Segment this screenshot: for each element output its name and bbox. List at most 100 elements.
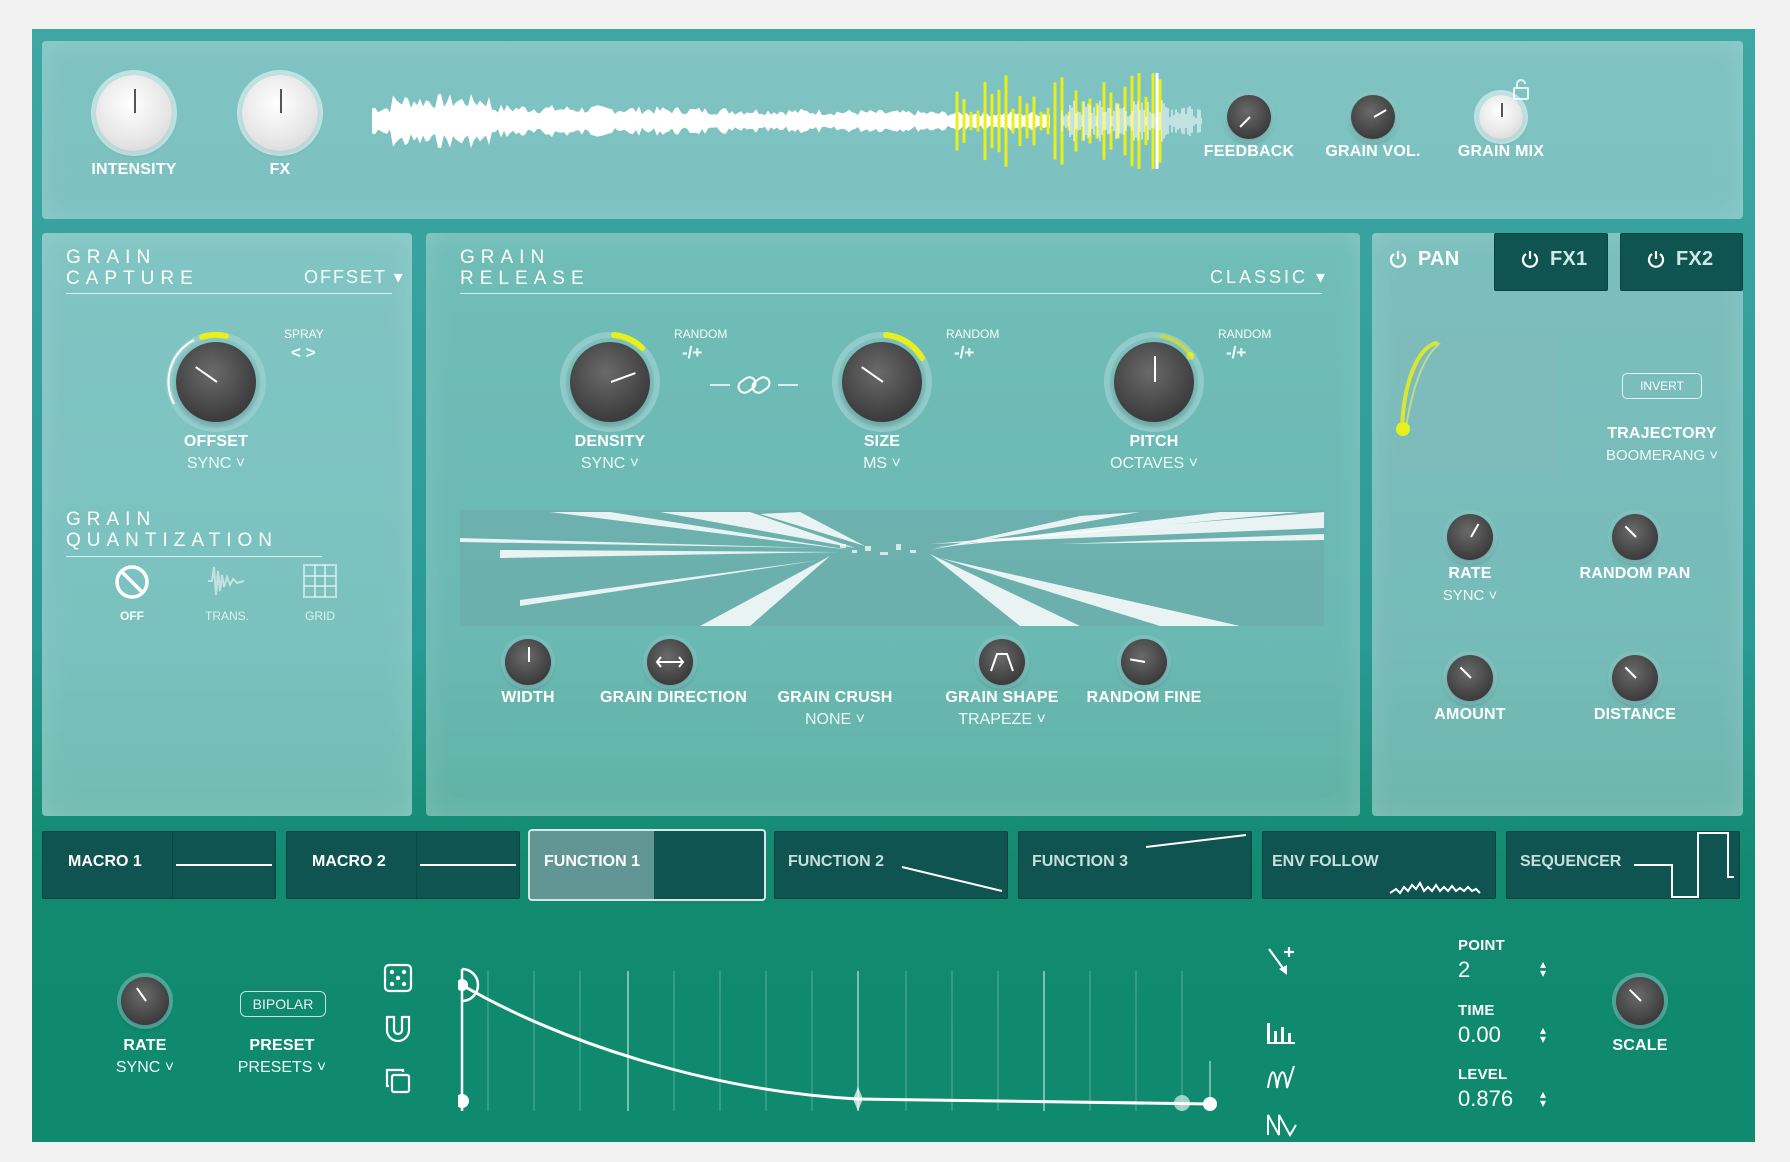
tab-macro-2[interactable]: MACRO 2 — [286, 831, 520, 899]
tab-function-1[interactable]: FUNCTION 1 — [530, 831, 764, 899]
macro-1-preview — [172, 831, 272, 899]
grain-shape-knob[interactable] — [979, 639, 1025, 685]
off-icon[interactable] — [113, 563, 151, 601]
add-point-icon[interactable] — [1265, 945, 1297, 977]
magnet-icon[interactable] — [383, 1014, 413, 1046]
curve-m-icon[interactable] — [1265, 1062, 1297, 1090]
tab-macro-1-label: MACRO 1 — [68, 853, 142, 870]
bipolar-button[interactable]: BIPOLAR — [240, 991, 326, 1017]
power-icon — [1521, 251, 1539, 268]
function-rate-sync-dropdown[interactable]: SYNC ˅ — [95, 1059, 195, 1077]
capture-mode-dropdown[interactable]: OFFSET ▾ — [304, 267, 405, 288]
pitch-unit-dropdown[interactable]: OCTAVES ˅ — [1094, 455, 1214, 473]
tab-function-1-label: FUNCTION 1 — [544, 853, 640, 870]
tab-fx2[interactable]: FX2 — [1620, 233, 1743, 291]
pitch-random-label: RANDOM — [1218, 327, 1272, 341]
quant-trans-label: TRANS. — [204, 609, 249, 623]
copy-icon[interactable] — [384, 1067, 412, 1095]
function-curve-editor[interactable] — [458, 941, 1228, 1113]
waveform-display[interactable] — [372, 71, 1202, 171]
grain-mix-label: GRAIN MIX — [1457, 143, 1545, 160]
sawtooth-icon[interactable] — [1265, 1111, 1299, 1137]
grain-release-title: GRAIN RELEASE — [460, 247, 590, 289]
random-pan-knob[interactable] — [1612, 514, 1658, 560]
pitch-random-value[interactable]: -/+ — [1226, 343, 1246, 363]
intensity-knob[interactable] — [96, 75, 172, 151]
quant-grid-label: GRID — [305, 609, 335, 623]
grain-mix-knob[interactable] — [1479, 95, 1523, 139]
offset-sync-dropdown[interactable]: SYNC ˅ — [166, 455, 266, 473]
function-2-preview — [901, 866, 1003, 892]
pitch-knob[interactable] — [1114, 342, 1194, 422]
level-value[interactable]: 0.876 — [1458, 1086, 1513, 1112]
tab-fx1[interactable]: FX1 — [1494, 233, 1608, 291]
distance-knob[interactable] — [1612, 655, 1658, 701]
presets-dropdown[interactable]: PRESETS ˅ — [227, 1059, 337, 1077]
grain-direction-label: GRAIN DIRECTION — [600, 689, 747, 706]
tab-pan[interactable]: PAN — [1372, 233, 1492, 291]
fx-knob[interactable] — [242, 75, 318, 151]
trapeze-icon — [990, 653, 1014, 672]
feedback-knob[interactable] — [1227, 95, 1271, 139]
amount-label: AMOUNT — [1434, 706, 1506, 723]
density-sync-dropdown[interactable]: SYNC ˅ — [560, 455, 660, 473]
grid-icon[interactable] — [302, 563, 338, 599]
transient-icon[interactable] — [206, 563, 246, 599]
amount-knob[interactable] — [1447, 655, 1493, 701]
grain-shape-dropdown[interactable]: TRAPEZE ˅ — [952, 711, 1052, 729]
tab-macro-1[interactable]: MACRO 1 — [42, 831, 276, 899]
trajectory-display[interactable] — [1394, 335, 1556, 475]
level-stepper[interactable]: ▴ ▾ — [1540, 1088, 1546, 1109]
feedback-label: FEEDBACK — [1203, 143, 1295, 160]
grain-capture-title: GRAIN CAPTURE — [66, 247, 199, 289]
link-icon[interactable] — [708, 370, 800, 400]
width-label: WIDTH — [501, 689, 555, 706]
function-rate-knob[interactable] — [121, 977, 169, 1025]
point-stepper[interactable]: ▴ ▾ — [1540, 958, 1546, 979]
power-icon — [1389, 251, 1407, 268]
trajectory-dropdown[interactable]: BOOMERANG ˅ — [1592, 447, 1732, 464]
tab-function-3[interactable]: FUNCTION 3 — [1018, 831, 1252, 899]
spray-arrows-icon[interactable]: < > — [291, 343, 316, 363]
tab-env-follow[interactable]: ENV FOLLOW — [1262, 831, 1496, 899]
width-knob[interactable] — [505, 639, 551, 685]
grain-shape-label: GRAIN SHAPE — [945, 689, 1059, 706]
tab-function-2[interactable]: FUNCTION 2 — [774, 831, 1008, 899]
distance-label: DISTANCE — [1593, 706, 1677, 723]
point-value[interactable]: 2 — [1458, 957, 1470, 983]
time-stepper[interactable]: ▴ ▾ — [1540, 1024, 1546, 1045]
size-random-value[interactable]: -/+ — [954, 343, 974, 363]
pan-rate-sync-dropdown[interactable]: SYNC ˅ — [1420, 587, 1520, 604]
release-mode-dropdown[interactable]: CLASSIC ▾ — [1210, 267, 1328, 288]
size-random-label: RANDOM — [946, 327, 1000, 341]
scale-knob[interactable] — [1616, 977, 1664, 1025]
tab-fx2-label: FX2 — [1676, 248, 1714, 270]
grain-crush-label: GRAIN CRUSH — [777, 689, 893, 706]
bars-icon[interactable] — [1265, 1019, 1297, 1045]
tab-macro-2-label: MACRO 2 — [312, 853, 386, 870]
function-3-preview — [1145, 834, 1247, 848]
random-fine-knob[interactable] — [1121, 639, 1167, 685]
tab-sequencer[interactable]: SEQUENCER — [1506, 831, 1740, 899]
grain-direction-knob[interactable] — [647, 639, 693, 685]
function-rate-label: RATE — [123, 1037, 167, 1054]
power-icon — [1647, 251, 1665, 268]
dice-icon[interactable] — [383, 963, 413, 993]
lock-icon[interactable] — [1512, 79, 1530, 101]
tab-pan-label: PAN — [1418, 248, 1460, 270]
grain-vol-label: GRAIN VOL. — [1325, 143, 1421, 160]
density-random-value[interactable]: -/+ — [682, 343, 702, 363]
size-unit-dropdown[interactable]: MS ˅ — [832, 455, 932, 473]
offset-knob[interactable] — [176, 342, 256, 422]
pan-rate-knob[interactable] — [1447, 514, 1493, 560]
time-value[interactable]: 0.00 — [1458, 1022, 1501, 1048]
grain-vol-knob[interactable] — [1351, 95, 1395, 139]
size-knob[interactable] — [842, 342, 922, 422]
grain-crush-dropdown[interactable]: NONE ˅ — [785, 711, 885, 729]
direction-arrows-icon — [655, 656, 685, 668]
density-knob[interactable] — [570, 342, 650, 422]
invert-button[interactable]: INVERT — [1622, 373, 1702, 399]
env-follow-preview — [1389, 881, 1481, 895]
fx-label: FX — [269, 161, 291, 178]
macro-2-preview — [416, 831, 516, 899]
